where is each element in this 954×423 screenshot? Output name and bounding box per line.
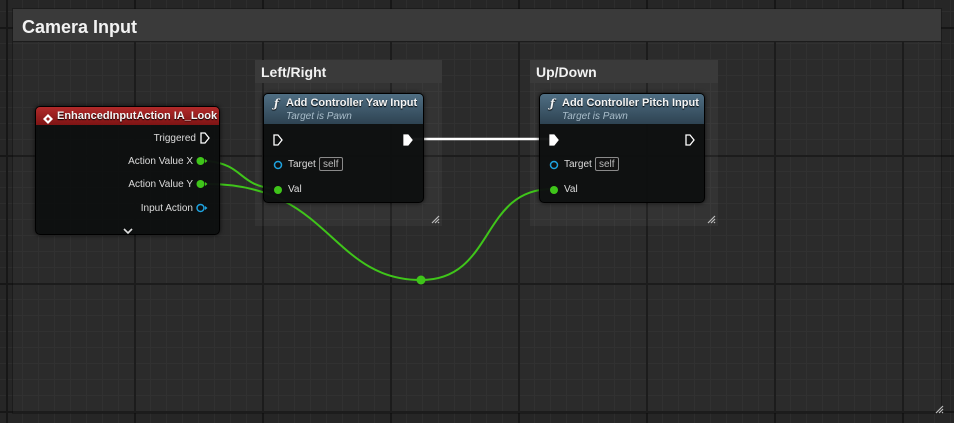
- pin-label-action-value-y: Action Value Y: [128, 179, 193, 190]
- target-self-field[interactable]: self: [595, 157, 619, 171]
- event-node-title: EnhancedInputAction IA_Look: [57, 110, 218, 122]
- exec-in-pin[interactable]: [273, 134, 283, 146]
- object-pin-target[interactable]: [549, 160, 559, 170]
- float-pin-val[interactable]: [549, 185, 559, 195]
- exec-out-pin[interactable]: [685, 134, 695, 146]
- pitch-node-title: Add Controller Pitch Input: [562, 97, 699, 109]
- pin-label-val: Val: [564, 184, 578, 195]
- pitch-node-subtitle: Target is Pawn: [562, 111, 628, 122]
- pin-label-target: Target: [564, 159, 592, 170]
- chevron-down-icon[interactable]: [123, 222, 133, 240]
- target-self-field[interactable]: self: [319, 157, 343, 171]
- object-pin-input-action[interactable]: [196, 203, 208, 213]
- float-pin-val[interactable]: [273, 185, 283, 195]
- float-pin-action-value-y[interactable]: [196, 179, 208, 189]
- pin-label-input-action: Input Action: [140, 203, 193, 214]
- function-f-icon: ƒ: [550, 97, 555, 110]
- object-pin-target[interactable]: [273, 160, 283, 170]
- yaw-node-subtitle: Target is Pawn: [286, 111, 352, 122]
- pin-label-triggered: Triggered: [153, 133, 196, 144]
- pin-label-val: Val: [288, 184, 302, 195]
- event-diamond-icon: [43, 111, 53, 129]
- float-pin-action-value-x[interactable]: [196, 156, 208, 166]
- event-node-ia-look[interactable]: EnhancedInputAction IA_Look Triggered Ac…: [35, 106, 220, 235]
- function-f-icon: ƒ: [274, 97, 279, 110]
- function-node-add-controller-pitch-input[interactable]: ƒ Add Controller Pitch Input Target is P…: [539, 93, 705, 203]
- function-node-add-controller-yaw-input[interactable]: ƒ Add Controller Yaw Input Target is Paw…: [263, 93, 424, 203]
- exec-in-pin[interactable]: [549, 134, 559, 146]
- reroute-knot: [416, 275, 426, 285]
- float-wire-reroute: [420, 188, 553, 281]
- yaw-node-title: Add Controller Yaw Input: [286, 97, 418, 109]
- pin-label-action-value-x: Action Value X: [128, 156, 193, 167]
- exec-out-pin[interactable]: [403, 134, 413, 146]
- pin-label-target: Target: [288, 159, 316, 170]
- exec-out-pin-triggered[interactable]: [200, 132, 210, 144]
